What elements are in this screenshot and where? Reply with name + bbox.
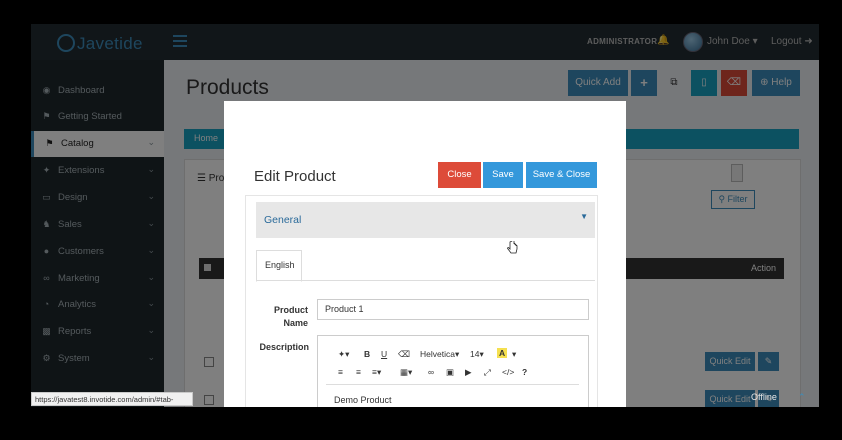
product-name-input[interactable]: Product 1 <box>317 299 589 320</box>
tab-label: English <box>265 260 295 270</box>
browser-status-url: https://javatest8.invotide.com/admin/#ta… <box>31 392 193 406</box>
ordered-list-icon[interactable]: ≡ <box>356 367 361 377</box>
underline-icon[interactable]: U <box>381 349 387 359</box>
tab-english[interactable]: English <box>256 250 302 282</box>
font-size-dropdown[interactable]: 14▾ <box>470 349 484 360</box>
description-editor[interactable]: ✦▾ B U ⌫ Helvetica▾ 14▾ A ▾ ≡ ≡ ≡▾ ▦▾ ∞ … <box>317 335 589 407</box>
save-close-button[interactable]: Save & Close <box>526 162 597 188</box>
chevron-up-icon[interactable]: ⌃ <box>798 392 806 403</box>
description-label: Description <box>259 342 309 352</box>
unordered-list-icon[interactable]: ≡ <box>338 367 343 377</box>
caret-down-icon: ▼ <box>580 212 588 221</box>
close-button[interactable]: Close <box>438 162 481 188</box>
eraser-icon[interactable]: ⌫ <box>398 349 410 360</box>
product-name-value: Product 1 <box>325 304 364 314</box>
video-icon[interactable]: ▶ <box>465 367 472 378</box>
hand-pointer-icon <box>507 241 518 254</box>
edit-product-modal: Edit Product Close Save Save & Close Gen… <box>224 101 626 407</box>
fullscreen-icon[interactable]: ⤢ <box>484 367 491 378</box>
caret-down-icon: ▾ <box>454 349 460 359</box>
magic-style-icon[interactable]: ✦▾ <box>338 349 349 360</box>
table-icon[interactable]: ▦▾ <box>400 367 412 378</box>
offline-status: Offline <box>751 392 777 402</box>
accordion-header-general[interactable]: General ▼ <box>256 202 595 238</box>
save-button[interactable]: Save <box>483 162 523 188</box>
toolbar-divider <box>326 384 579 385</box>
font-family-dropdown[interactable]: Helvetica▾ <box>420 349 459 360</box>
caret-down-icon[interactable]: ▾ <box>512 349 516 360</box>
app-window: Javetide ADMINISTRATOR 🔔 John Doe ▾ Logo… <box>31 24 819 407</box>
caret-down-icon: ▾ <box>479 349 484 359</box>
highlight-color-icon[interactable]: A <box>497 348 508 358</box>
code-view-icon[interactable]: </> <box>502 367 514 377</box>
link-icon[interactable]: ∞ <box>428 367 434 377</box>
modal-title: Edit Product <box>254 168 336 185</box>
bold-icon[interactable]: B <box>364 349 370 359</box>
accordion-title: General <box>264 214 302 226</box>
help-icon[interactable]: ? <box>522 367 527 377</box>
image-icon[interactable]: ▣ <box>446 367 454 378</box>
product-name-label: Product Name <box>273 305 308 328</box>
paragraph-align-icon[interactable]: ≡▾ <box>372 367 381 378</box>
editor-content[interactable]: Demo Product <box>334 395 392 405</box>
tab-divider <box>256 280 595 281</box>
